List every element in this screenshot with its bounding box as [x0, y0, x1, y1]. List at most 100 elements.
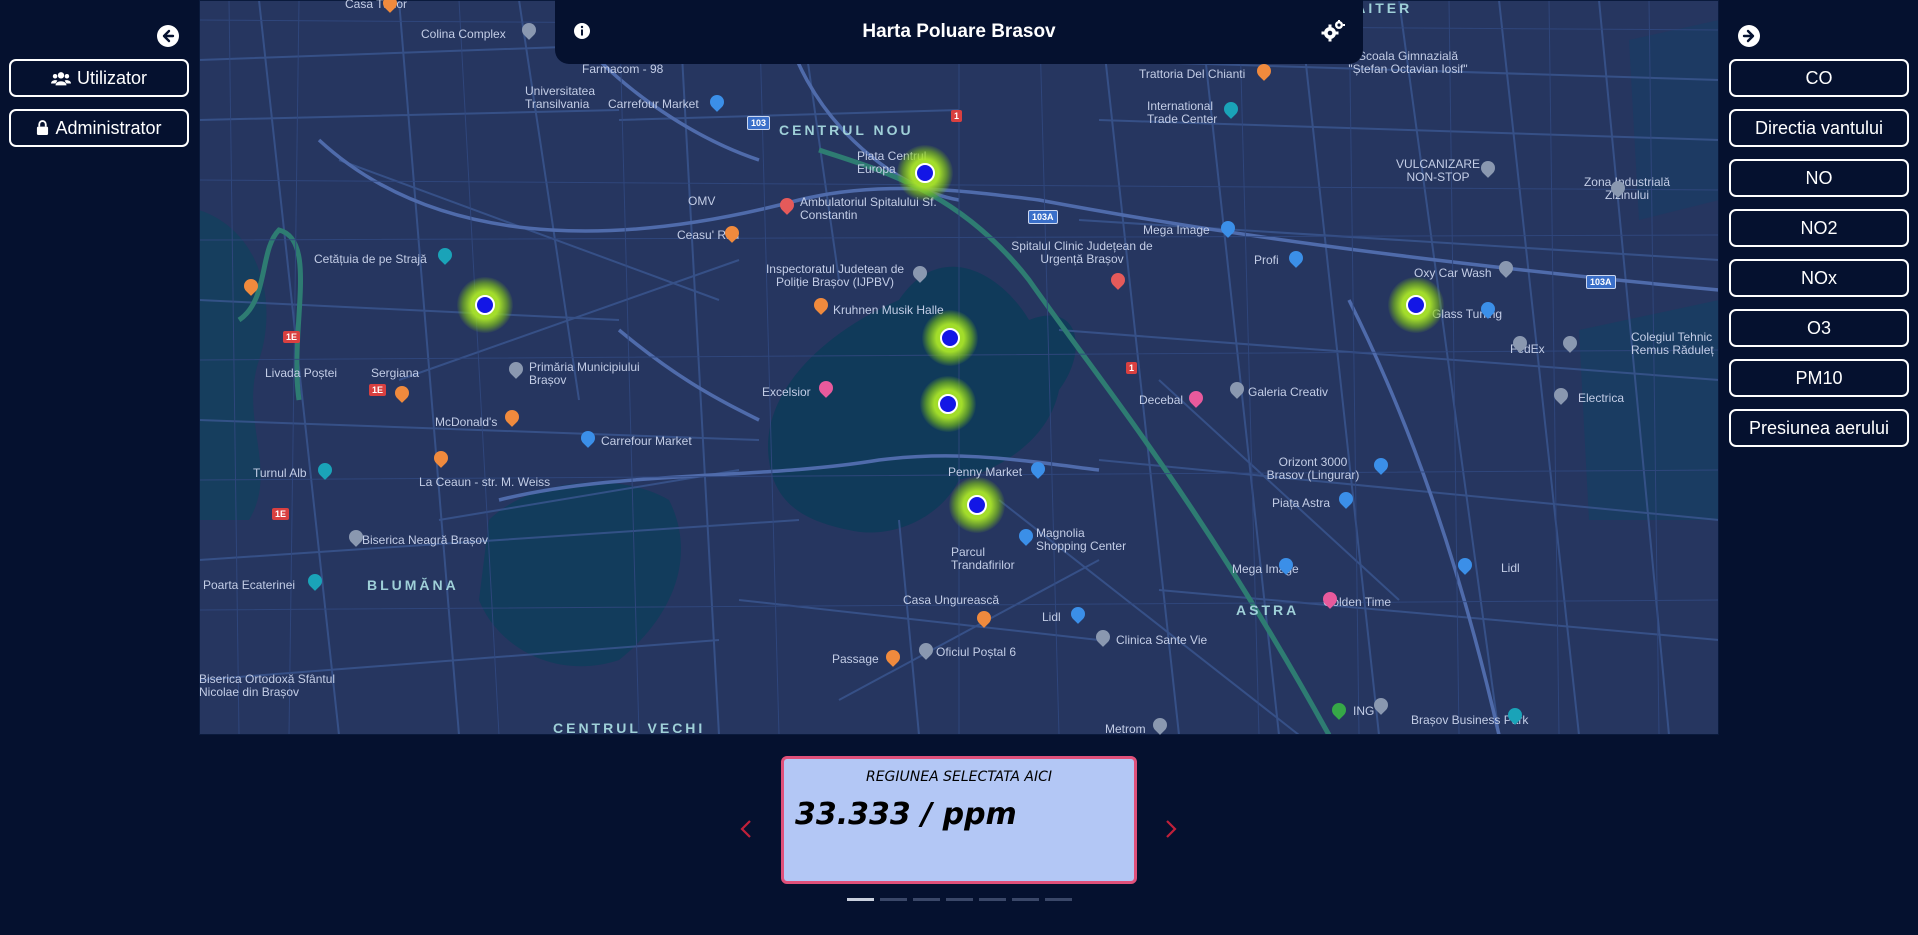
gears-icon[interactable]	[1321, 20, 1345, 42]
map-label: Inspectoratul Judetean de Poliție Brașov…	[765, 262, 905, 289]
carousel-indicator[interactable]	[847, 898, 874, 901]
map-label: Livada Poștei	[265, 366, 338, 380]
info-icon[interactable]	[573, 22, 591, 40]
map-label: Orizont 3000 Brasov (Lingurar)	[1266, 455, 1360, 482]
carousel-indicator[interactable]	[880, 898, 907, 901]
carousel-indicator[interactable]	[913, 898, 940, 901]
map-label: Zona Industrială Zizinului	[1583, 175, 1671, 202]
map-label: Decebal	[1139, 393, 1184, 407]
pollutant-button-wind-direction[interactable]: Directia vantului	[1729, 109, 1909, 147]
sensor-marker[interactable]	[897, 145, 953, 201]
collapse-right-button[interactable]	[1738, 25, 1760, 47]
pollutant-button-no[interactable]: NO	[1729, 159, 1909, 197]
map-label: Turnul Alb	[253, 466, 307, 480]
map-label: Piața Astra	[1272, 496, 1331, 510]
pollutant-button-nox[interactable]: NOx	[1729, 259, 1909, 297]
sensor-dot	[475, 295, 495, 315]
pollutant-button-pm10[interactable]: PM10	[1729, 359, 1909, 397]
road-badge: 103	[747, 116, 771, 130]
selected-region-card[interactable]: REGIUNEA SELECTATA AICI 33.333 / ppm	[781, 756, 1137, 884]
sensor-dot	[940, 328, 960, 348]
map-label: Galeria Creativ	[1248, 385, 1329, 399]
pollutant-button-o3[interactable]: O3	[1729, 309, 1909, 347]
carousel-indicator[interactable]	[979, 898, 1006, 901]
district-label: CENTRUL NOU	[779, 122, 914, 138]
map-label: Kruhnen Musik Halle	[833, 303, 944, 317]
carousel-indicator[interactable]	[1045, 898, 1072, 901]
map-label: Electrica	[1578, 391, 1625, 405]
card-label: REGIUNEA SELECTATA AICI	[865, 769, 1053, 785]
map-label: Oficiul Poștal 6	[936, 645, 1017, 659]
map-label: Casa Ungurească	[903, 593, 1000, 607]
pollutant-label: Presiunea aerului	[1748, 417, 1890, 438]
district-label: CENTRUL VECHI	[553, 720, 706, 735]
map-label: McDonald's	[435, 415, 498, 429]
carousel-indicators	[847, 898, 1072, 901]
map-label: Excelsior	[762, 385, 811, 399]
map-label: OMV	[688, 194, 716, 208]
road-badge: 1E	[272, 508, 290, 520]
sensor-dot	[967, 495, 987, 515]
pollutant-label: NO	[1805, 167, 1833, 188]
district-label: BLUMĂNA	[367, 577, 459, 593]
map-label: Casa Tudor	[345, 0, 408, 11]
pollutant-label: O3	[1806, 317, 1831, 338]
map-label: Scoala Gimnazială "Ștefan Octavian Iosif…	[1348, 49, 1468, 76]
map-label: Spitalul Clinic Județean de Urgență Braș…	[1011, 239, 1153, 266]
map-label: Cetățuia de pe Strajă	[314, 252, 427, 266]
district-label: ASTRA	[1236, 602, 1300, 618]
map-label: Passage	[832, 652, 879, 666]
pollutant-button-no2[interactable]: NO2	[1729, 209, 1909, 247]
map-label: Biserica Neagră Brașov	[362, 533, 489, 547]
pollutant-label: NO2	[1800, 217, 1838, 238]
sensor-dot	[915, 163, 935, 183]
users-icon	[50, 71, 71, 85]
map-label: Magnolia Shopping Center	[1036, 526, 1127, 553]
lock-icon	[37, 120, 49, 135]
map-label: Lidl	[1501, 561, 1520, 575]
map-label: Parcul Trandafirilor	[951, 545, 1015, 572]
map-label: Biserica Ortodoxă Sfântul Nicolae din Br…	[199, 672, 336, 699]
administrator-button[interactable]: Administrator	[9, 109, 189, 147]
map-label: Trattoria Del Chianti	[1139, 67, 1246, 81]
collapse-left-button[interactable]	[157, 25, 179, 47]
road-badge: 103A	[1586, 275, 1616, 289]
map-label: Carrefour Market	[608, 97, 699, 111]
sensor-marker[interactable]	[457, 277, 513, 333]
left-panel: Utilizator Administrator	[0, 0, 199, 735]
map-label: Primăria Municipiului Brașov	[529, 360, 640, 387]
carousel-indicator[interactable]	[1012, 898, 1039, 901]
map-label: Poarta Ecaterinei	[203, 578, 296, 592]
map-label: Carrefour Market	[601, 434, 692, 448]
map-label: Colina Complex	[421, 27, 506, 41]
road-badge: 1E	[369, 384, 387, 396]
arrow-left-icon	[162, 29, 175, 43]
sensor-marker[interactable]	[949, 477, 1005, 533]
map-label: VULCANIZARE NON-STOP	[1395, 157, 1481, 184]
chevron-right-icon	[1166, 820, 1177, 838]
map-label: International Trade Center	[1147, 99, 1218, 126]
administrator-label: Administrator	[55, 117, 162, 138]
road-badge: 1E	[283, 331, 301, 343]
road-badge: 1	[951, 110, 963, 122]
road-badge: 1	[1126, 362, 1138, 374]
carousel-next-button[interactable]	[1162, 818, 1180, 840]
map-label: Colegiul Tehnic Remus Răduleț	[1631, 330, 1714, 357]
map-label: Penny Market	[948, 465, 1023, 479]
sensor-marker[interactable]	[922, 310, 978, 366]
utilizator-button[interactable]: Utilizator	[9, 59, 189, 97]
carousel-indicator[interactable]	[946, 898, 973, 901]
map-header: Harta Poluare Brasov	[555, 0, 1363, 64]
card-value: 33.333 / ppm	[795, 797, 1017, 832]
map-label: Profi	[1254, 253, 1279, 267]
pollution-map[interactable]: CENTRUL NOU BLUMĂNA ASTRA CENTRUL VECHI …	[199, 0, 1719, 735]
carousel-prev-button[interactable]	[737, 818, 755, 840]
map-label: La Ceaun - str. M. Weiss	[419, 475, 551, 489]
arrow-right-icon	[1742, 29, 1755, 43]
sensor-marker[interactable]	[920, 376, 976, 432]
map-label: Metrom	[1105, 722, 1146, 735]
map-label: Sergiana	[371, 366, 420, 380]
pollutant-button-air-pressure[interactable]: Presiunea aerului	[1729, 409, 1909, 447]
pollutant-button-co[interactable]: CO	[1729, 59, 1909, 97]
sensor-marker[interactable]	[1388, 277, 1444, 333]
